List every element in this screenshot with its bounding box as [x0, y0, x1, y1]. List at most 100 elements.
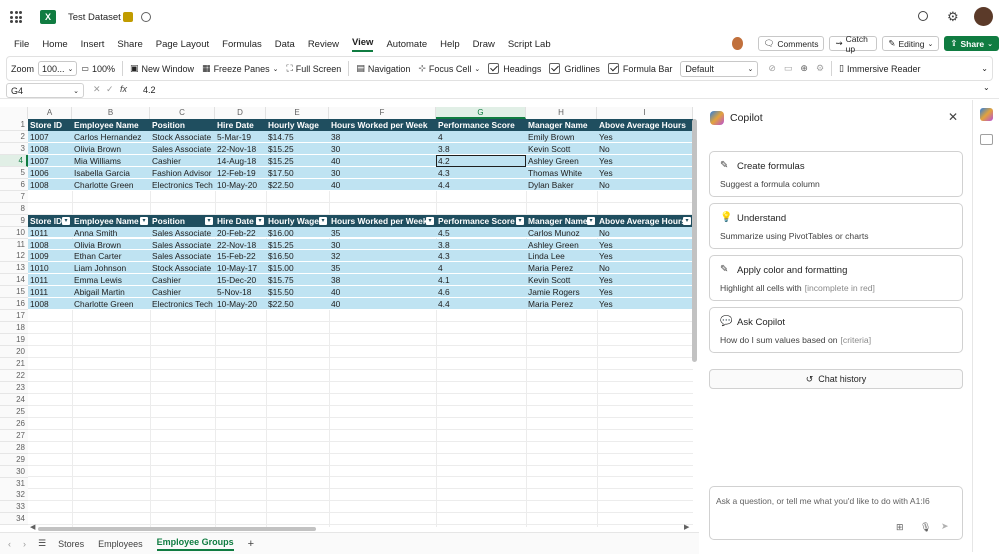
table-cell[interactable]: 14-Aug-18	[215, 155, 266, 167]
table-cell[interactable]: 35	[329, 227, 436, 239]
table-cell[interactable]: 12-Feb-19	[215, 167, 266, 179]
table-cell[interactable]: Carlos Hernandez	[72, 131, 150, 143]
menu-tab-share[interactable]: Share	[117, 39, 142, 50]
table-cell[interactable]: 38	[329, 131, 436, 143]
table-cell[interactable]: Ethan Carter	[72, 250, 150, 262]
copilot-rail-icon[interactable]	[980, 108, 993, 121]
table-cell[interactable]: 1007	[28, 155, 72, 167]
copilot-avatar-icon[interactable]	[732, 37, 743, 50]
table-cell[interactable]: 1009	[28, 250, 72, 262]
ribbon-expand-icon[interactable]: ⌄	[977, 59, 992, 78]
column-header-A[interactable]: A	[28, 107, 72, 119]
column-header-B[interactable]: B	[72, 107, 150, 119]
table-cell[interactable]: Mia Williams	[72, 155, 150, 167]
sheet-tab-employee-groups[interactable]: Employee Groups	[156, 537, 234, 551]
table-cell[interactable]: 40	[329, 286, 436, 298]
filter-dropdown-icon[interactable]: ▾	[516, 216, 524, 225]
table-cell[interactable]: 22-Nov-18	[215, 239, 266, 251]
table-cell[interactable]: Yes	[597, 286, 693, 298]
row-header[interactable]: 14	[0, 274, 28, 287]
table-cell[interactable]: Cashier	[150, 286, 215, 298]
table-cell[interactable]: Olivia Brown	[72, 239, 150, 251]
next-sheet-icon[interactable]: ›	[23, 539, 26, 549]
row-header[interactable]: 21	[0, 358, 28, 370]
catch-up-button[interactable]: ⇝ Catch up	[829, 34, 878, 54]
scroll-left-icon[interactable]: ◀	[30, 523, 35, 531]
table-header-cell[interactable]: Above Average Hours	[597, 119, 693, 131]
table-cell[interactable]: Dylan Baker	[526, 179, 597, 191]
table-header-cell[interactable]: Store ID	[28, 119, 72, 131]
sheet-view-dropdown[interactable]: Default ⌄	[680, 60, 759, 77]
table-cell[interactable]: 4.6	[436, 286, 526, 298]
select-all-corner[interactable]	[0, 107, 28, 119]
excel-logo-icon[interactable]: X	[40, 10, 56, 24]
menu-tab-home[interactable]: Home	[42, 39, 67, 50]
table-cell[interactable]: 15-Dec-20	[215, 274, 266, 286]
row-header[interactable]: 13	[0, 262, 28, 275]
row-header[interactable]: 29	[0, 453, 28, 466]
table-cell[interactable]: 1006	[28, 167, 72, 179]
close-icon[interactable]: ✕	[948, 110, 958, 124]
row-header[interactable]: 31	[0, 477, 28, 490]
table-cell[interactable]: 4.4	[436, 179, 526, 191]
table-cell[interactable]: 4.3	[436, 167, 526, 179]
row-header[interactable]: 22	[0, 369, 28, 382]
table-cell[interactable]: 10-May-20	[215, 298, 266, 310]
table-cell[interactable]: 38	[329, 274, 436, 286]
navigation-button[interactable]: ▤ Navigation	[352, 59, 414, 78]
new-sheet-view-icon[interactable]: ⊕	[796, 59, 812, 78]
table-header-cell[interactable]: Performance Score	[436, 215, 526, 227]
microphone-icon[interactable]: 🎙	[920, 522, 931, 533]
table-cell[interactable]: $15.25	[266, 155, 329, 167]
all-sheets-icon[interactable]: ☰	[38, 538, 46, 549]
table-header-cell[interactable]: Performance Score	[436, 119, 526, 131]
table-cell[interactable]: Sales Associate	[150, 143, 215, 155]
row-header[interactable]: 18	[0, 322, 28, 335]
table-cell[interactable]: Emily Brown	[526, 131, 597, 143]
table-cell[interactable]: Cashier	[150, 274, 215, 286]
menu-tab-formulas[interactable]: Formulas	[222, 39, 262, 50]
table-cell[interactable]: Liam Johnson	[72, 262, 150, 274]
row-header[interactable]: 15	[0, 286, 28, 299]
table-cell[interactable]: Yes	[597, 131, 693, 143]
table-cell[interactable]: 1008	[28, 239, 72, 251]
table-cell[interactable]: 4	[436, 131, 526, 143]
row-header[interactable]: 1	[0, 119, 28, 131]
table-cell[interactable]: Yes	[597, 239, 693, 251]
table-cell[interactable]: Stock Associate	[150, 131, 215, 143]
vertical-scrollbar[interactable]	[692, 119, 697, 362]
sheet-view-save-icon[interactable]: ▭	[780, 59, 797, 78]
table-cell[interactable]: 40	[329, 155, 436, 167]
table-cell[interactable]: Charlotte Green	[72, 179, 150, 191]
table-cell[interactable]: 10-May-20	[215, 179, 266, 191]
table-cell[interactable]: 35	[329, 262, 436, 274]
menu-tab-draw[interactable]: Draw	[473, 39, 495, 50]
table-cell[interactable]: Ashley Green	[526, 155, 597, 167]
enter-check-icon[interactable]: ✓	[106, 84, 114, 95]
table-cell[interactable]: Ashley Green	[526, 239, 597, 251]
table-cell[interactable]: 1011	[28, 227, 72, 239]
table-cell[interactable]: Electronics Tech	[150, 179, 215, 191]
table-cell[interactable]: Stock Associate	[150, 262, 215, 274]
table-header-cell[interactable]: Position	[150, 119, 215, 131]
table-cell[interactable]: 1007	[28, 131, 72, 143]
table-cell[interactable]: 4.1	[436, 274, 526, 286]
table-cell[interactable]: 1008	[28, 179, 72, 191]
row-header[interactable]: 24	[0, 393, 28, 406]
table-cell[interactable]: Sales Associate	[150, 239, 215, 251]
comments-button[interactable]: 🗨 Comments	[757, 36, 825, 51]
table-cell[interactable]: 3.8	[436, 239, 526, 251]
name-box[interactable]: G4 ⌄	[6, 83, 84, 98]
table-cell[interactable]: 1011	[28, 274, 72, 286]
table-cell[interactable]: Cashier	[150, 155, 215, 167]
headings-checkbox[interactable]: Headings	[484, 59, 545, 78]
prompt-guide-icon[interactable]: ⊞	[896, 522, 904, 533]
sync-status-icon[interactable]	[141, 12, 151, 22]
table-cell[interactable]: $16.00	[266, 227, 329, 239]
menu-tab-page-layout[interactable]: Page Layout	[156, 39, 209, 50]
row-header[interactable]: 11	[0, 238, 28, 251]
column-header-I[interactable]: I	[597, 107, 693, 119]
menu-tab-help[interactable]: Help	[440, 39, 460, 50]
sheet-view-exit-icon[interactable]: ⊘	[764, 59, 780, 78]
sheet-tab-stores[interactable]: Stores	[58, 539, 84, 549]
